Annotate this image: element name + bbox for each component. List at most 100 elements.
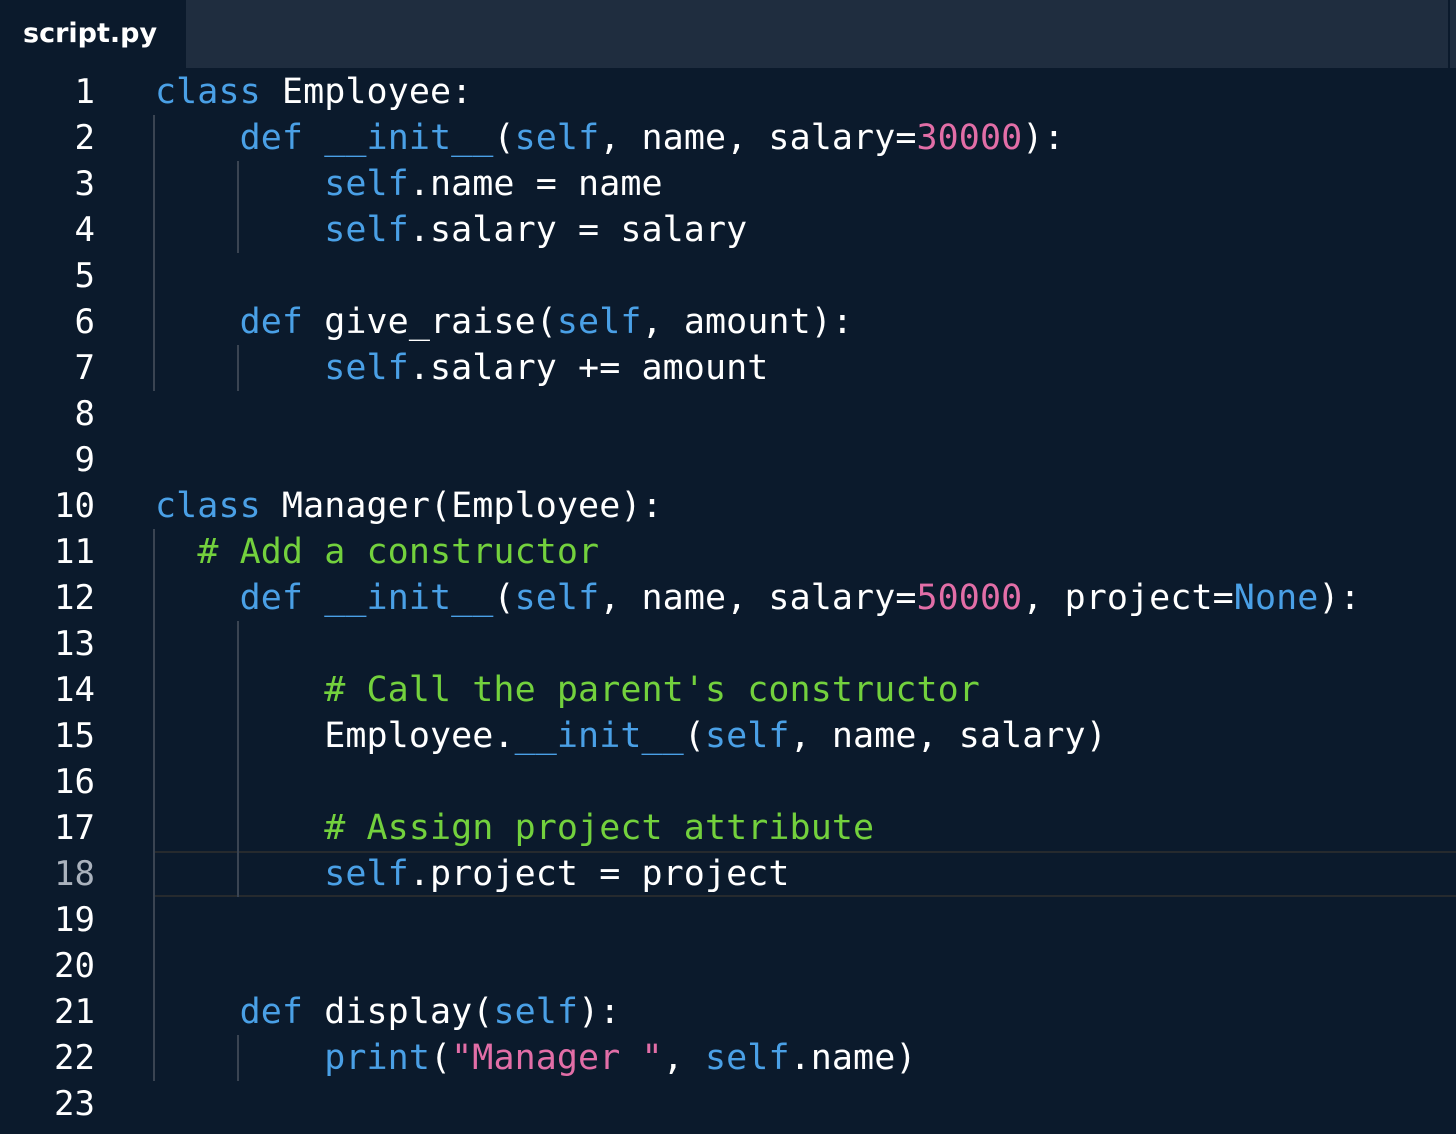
line-number: 23: [54, 1084, 95, 1124]
code-line[interactable]: class Employee:: [155, 69, 472, 115]
code-line[interactable]: print("Manager ", self.name): [155, 1035, 917, 1081]
indent-guide: [237, 161, 240, 253]
token-kw: self: [704, 1038, 790, 1078]
line-number: 1: [74, 72, 95, 112]
token-kw: def: [239, 302, 304, 342]
code-line[interactable]: self.name = name: [155, 161, 663, 207]
token-text: .name): [789, 1038, 917, 1078]
tab-bar: script.py: [0, 0, 1456, 68]
line-number: 10: [54, 486, 95, 526]
token-num: 30000: [916, 118, 1023, 158]
code-area[interactable]: 1 class Employee: 2 def __init__(self, nam…: [0, 68, 1456, 1134]
token-kw: class: [155, 72, 261, 112]
token-kw: print: [324, 1038, 430, 1078]
indent-guide: [153, 115, 155, 391]
line-number: 18: [54, 854, 95, 894]
line-number: 3: [74, 164, 95, 204]
code-line[interactable]: Employee.__init__(self, name, salary): [155, 713, 1107, 759]
token-kw: class: [155, 486, 261, 526]
token-text: .project = project: [408, 854, 790, 894]
token-text: ):: [1318, 578, 1361, 618]
token-kw: self: [493, 992, 579, 1032]
line-number: 14: [54, 670, 95, 710]
code-line[interactable]: self.salary += amount: [155, 345, 768, 391]
token-text: .name = name: [408, 164, 663, 204]
token-kw: self: [556, 302, 642, 342]
token-text: (: [429, 1038, 452, 1078]
indent-guide: [237, 1035, 240, 1081]
line-number: 12: [54, 578, 95, 618]
line-number: 17: [54, 808, 95, 848]
code-line[interactable]: def give_raise(self, amount):: [155, 299, 853, 345]
line-number: 13: [54, 624, 95, 664]
line-number: 21: [54, 992, 95, 1032]
code-line[interactable]: def __init__(self, name, salary=50000, p…: [155, 575, 1361, 621]
token-text: Employee.: [155, 716, 515, 756]
token-cmt: # Add a constructor: [197, 532, 600, 572]
code-line[interactable]: def display(self):: [155, 989, 621, 1035]
code-line[interactable]: # Add a constructor: [155, 529, 599, 575]
code-line[interactable]: class Manager(Employee):: [155, 483, 663, 529]
line-number: 19: [54, 900, 95, 940]
line-number: 8: [74, 394, 95, 434]
line-number: 2: [74, 118, 95, 158]
token-kw: self: [324, 854, 409, 894]
token-text: ,: [662, 1038, 705, 1078]
token-kw: def: [239, 118, 304, 158]
token-text: , name, salary=: [599, 578, 917, 618]
code-line[interactable]: self.salary = salary: [155, 207, 747, 253]
token-kw: self: [514, 118, 600, 158]
token-text: give_raise(: [303, 302, 557, 342]
tab-script-py[interactable]: script.py: [0, 0, 186, 68]
token-text: , amount):: [641, 302, 854, 342]
token-kw: __init__: [514, 716, 684, 756]
token-kw: def: [239, 578, 304, 618]
code-line[interactable]: # Call the parent's constructor: [155, 667, 980, 713]
line-number: 22: [54, 1038, 95, 1078]
line-number: 16: [54, 762, 95, 802]
token-text: (: [683, 716, 705, 756]
indent-guide: [237, 345, 240, 391]
tab-bar-edge: [1448, 0, 1450, 68]
token-kw: self: [514, 578, 600, 618]
token-text: , name, salary): [789, 716, 1107, 756]
token-text: (: [493, 578, 515, 618]
indent-guide: [237, 621, 240, 897]
token-cmt: # Assign project attribute: [324, 808, 875, 848]
token-text: , project=: [1022, 578, 1234, 618]
token-kw: self: [324, 164, 409, 204]
line-number: 20: [54, 946, 95, 986]
token-kw: self: [324, 210, 409, 250]
token-kw: __init__: [324, 578, 494, 618]
line-number: 15: [54, 716, 95, 756]
code-line[interactable]: # Assign project attribute: [155, 805, 874, 851]
token-str: "Manager ": [451, 1038, 663, 1078]
code-line[interactable]: def __init__(self, name, salary=30000):: [155, 115, 1065, 161]
line-number: 4: [74, 210, 95, 250]
token-kw: self: [324, 348, 409, 388]
line-number: 5: [74, 256, 95, 296]
token-text: display(: [303, 992, 494, 1032]
token-cmt: # Call the parent's constructor: [324, 670, 980, 710]
token-text: (: [493, 118, 515, 158]
token-kw: None: [1233, 578, 1319, 618]
line-number: 11: [54, 532, 95, 572]
line-number: 6: [74, 302, 95, 342]
line-number: 9: [74, 440, 95, 480]
code-line[interactable]: self.project = project: [155, 851, 790, 897]
token-text: ):: [1022, 118, 1065, 158]
code-editor[interactable]: script.py 1 class Employee: 2 def __init__…: [0, 0, 1456, 1134]
token-text: .salary = salary: [408, 210, 748, 250]
